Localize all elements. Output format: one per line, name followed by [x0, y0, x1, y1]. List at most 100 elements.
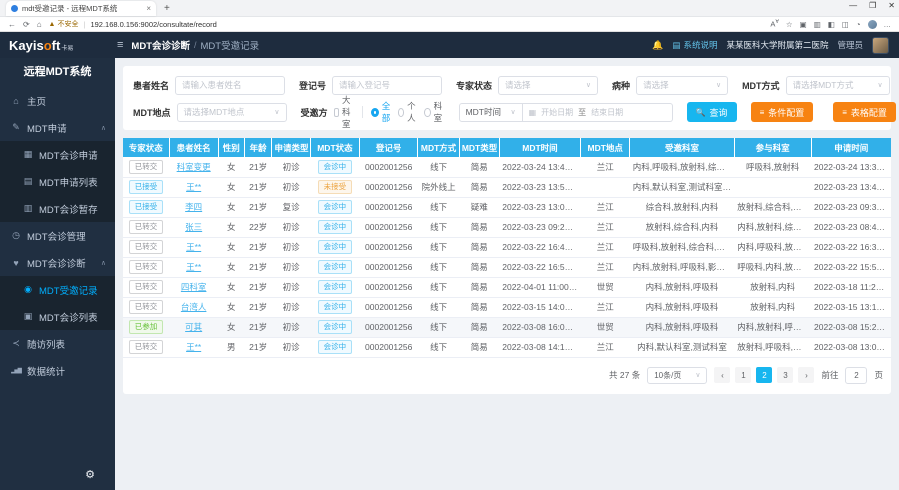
field-mdt-time: MDT时间∨ ▦ 开始日期 至 结束日期 — [459, 103, 673, 122]
sidebar-item-home[interactable]: ⌂主页 — [0, 87, 115, 114]
sidebar-item-list[interactable]: ▤MDT申请列表 — [0, 168, 115, 195]
time-field-select[interactable]: MDT时间∨ — [459, 103, 523, 122]
next-page-button[interactable]: › — [798, 367, 814, 383]
sidebar-item-label: MDT申请 — [27, 121, 67, 135]
patient-name-link[interactable]: 王** — [186, 342, 201, 352]
browser-toolbar: ← ⟳ ⌂ ▲ 不安全 | 192.168.0.156:9002/consult… — [0, 17, 899, 32]
sidebar-item-list2[interactable]: ▥MDT会诊暂存 — [0, 195, 115, 222]
patient-name-input[interactable] — [175, 76, 285, 95]
browser-tab[interactable]: mdt受邀记录 - 远程MDT系统 × — [6, 1, 156, 16]
cell-gender: 女 — [218, 257, 244, 277]
cell-invited_depts: 内科,呼吸科,放射科,综合科 — [630, 157, 734, 177]
condition-config-button[interactable]: ≡条件配置 — [751, 102, 814, 122]
sidebar: 远程MDT系统 ⌂主页✎MDT申请∧▦MDT会诊申请▤MDT申请列表▥MDT会诊… — [0, 58, 115, 490]
copilot-icon[interactable]: ◔ — [856, 20, 861, 29]
page-button-3[interactable]: 3 — [777, 367, 793, 383]
cell-expert_status: 已转交 — [123, 337, 169, 357]
cell-expert_status: 已转交 — [123, 277, 169, 297]
sidebar-menu: ⌂主页✎MDT申请∧▦MDT会诊申请▤MDT申请列表▥MDT会诊暂存◷MDT会诊… — [0, 87, 115, 458]
breadcrumb-root[interactable]: MDT会诊诊断 — [131, 38, 190, 52]
gear-icon[interactable]: ⚙ — [85, 468, 95, 481]
cell-mdt_time: 2022-04-01 11:00:00 — [499, 277, 580, 297]
new-tab-button[interactable]: + — [164, 1, 170, 16]
system-help-link[interactable]: ▤系统说明 — [672, 39, 717, 51]
sidebar-item-shield[interactable]: ▣MDT会诊列表 — [0, 303, 115, 330]
bell-icon[interactable]: 🔔 — [652, 40, 663, 51]
cell-apply_type: 初诊 — [272, 237, 310, 257]
close-button[interactable]: ✕ — [888, 1, 895, 10]
browser-menu-icon[interactable]: … — [884, 20, 892, 29]
patient-name-link[interactable]: 台湾人 — [181, 302, 207, 312]
cell-gender: 男 — [218, 337, 244, 357]
column-header: 申请时间 — [811, 138, 891, 157]
cell-expert_status: 已接受 — [123, 177, 169, 197]
patient-name-link[interactable]: 科室变更 — [177, 162, 211, 172]
goto-page-input[interactable] — [845, 367, 867, 384]
radio-personal[interactable]: 个人 — [398, 100, 419, 124]
screen: mdt受邀记录 - 远程MDT系统 × + — ❐ ✕ ← ⟳ ⌂ ▲ 不安全 … — [0, 0, 899, 490]
sidebar-item-heart[interactable]: ♥MDT会诊诊断∧ — [0, 249, 115, 276]
cell-name: 可其 — [169, 317, 218, 337]
tab-close-icon[interactable]: × — [146, 4, 151, 13]
cell-name: 张三 — [169, 217, 218, 237]
status-badge: 已接受 — [129, 180, 164, 194]
main-content: 患者姓名 登记号 专家状态 请选择∨ 病种 请选择∨ — [115, 58, 899, 490]
sidebar-item-user[interactable]: ◉MDT受邀记录 — [0, 276, 115, 303]
patient-name-link[interactable]: 四科室 — [181, 282, 207, 292]
sidebar-title: 远程MDT系统 — [0, 58, 115, 87]
page-size-select[interactable]: 10条/页∨ — [647, 367, 707, 384]
patient-name-link[interactable]: 可其 — [185, 322, 202, 332]
reader-icon[interactable]: A∀ — [770, 19, 778, 29]
cell-mdt_place: 兰江 — [581, 337, 630, 357]
date-range-picker[interactable]: ▦ 开始日期 至 结束日期 — [523, 103, 673, 122]
patient-name-link[interactable]: 王** — [186, 182, 201, 192]
radio-all[interactable]: 全部 — [371, 100, 392, 124]
mdt-place-select[interactable]: 请选择MDT地点∨ — [177, 103, 287, 122]
tab-title: mdt受邀记录 - 远程MDT系统 — [22, 3, 142, 14]
extension-icon[interactable]: ▥ — [814, 20, 821, 29]
mdt-mode-select[interactable]: 请选择MDT方式∨ — [786, 76, 890, 95]
search-button[interactable]: 🔍查询 — [687, 102, 737, 122]
table-body: 已转交科室变更女21岁初诊会诊中0002001256线下简易2022-03-24… — [123, 157, 891, 357]
app-body: 远程MDT系统 ⌂主页✎MDT申请∧▦MDT会诊申请▤MDT申请列表▥MDT会诊… — [0, 58, 899, 490]
refresh-icon[interactable]: ⟳ — [23, 20, 30, 29]
cell-mdt_place — [581, 177, 630, 197]
favorite-star-icon[interactable]: ☆ — [786, 20, 793, 29]
expert-status-select[interactable]: 请选择∨ — [498, 76, 598, 95]
table-row: 已转交台湾人女21岁初诊会诊中0002001256线下简易2022-03-15 … — [123, 297, 891, 317]
extension-icon[interactable]: ◧ — [828, 20, 835, 29]
patient-name-link[interactable]: 张三 — [185, 222, 202, 232]
prev-page-button[interactable]: ‹ — [714, 367, 730, 383]
cell-mdt_mode: 线下 — [418, 337, 459, 357]
table-row: 已转交王**女21岁初诊会诊中0002001256线下简易2022-03-22 … — [123, 257, 891, 277]
reg-no-input[interactable] — [332, 76, 442, 95]
sidebar-item-grid[interactable]: ▦MDT会诊申请 — [0, 141, 115, 168]
table-config-button[interactable]: ≡表格配置 — [833, 102, 896, 122]
page-button-2[interactable]: 2 — [756, 367, 772, 383]
sidebar-item-share[interactable]: ≺随访列表 — [0, 330, 115, 357]
disease-select[interactable]: 请选择∨ — [636, 76, 728, 95]
status-badge: 已参加 — [129, 320, 164, 334]
avatar[interactable] — [872, 37, 889, 54]
minimize-button[interactable]: — — [849, 1, 857, 10]
maximize-button[interactable]: ❐ — [869, 1, 876, 10]
search-icon: 🔍 — [696, 108, 706, 117]
sidebar-item-clock[interactable]: ◷MDT会诊管理 — [0, 222, 115, 249]
checkbox-big-dept[interactable]: 大科室 — [334, 94, 355, 130]
home-icon[interactable]: ⌂ — [37, 20, 42, 29]
address-bar[interactable]: ▲ 不安全 | 192.168.0.156:9002/consultate/re… — [49, 19, 764, 29]
patient-name-link[interactable]: 王** — [186, 262, 201, 272]
patient-name-link[interactable]: 王** — [186, 242, 201, 252]
split-screen-icon[interactable]: ◫ — [842, 20, 849, 29]
sidebar-item-chart[interactable]: ▂▅▇数据统计 — [0, 357, 115, 384]
security-warning-icon[interactable]: ▲ 不安全 — [49, 19, 79, 29]
browser-profile-icon[interactable] — [868, 20, 877, 29]
cell-mdt_type: 简易 — [459, 237, 499, 257]
extension-icon[interactable]: ▣ — [800, 20, 807, 29]
page-button-1[interactable]: 1 — [735, 367, 751, 383]
back-icon[interactable]: ← — [8, 20, 16, 29]
collapse-menu-icon[interactable]: ≡ — [117, 39, 123, 51]
patient-name-link[interactable]: 李四 — [185, 202, 202, 212]
sidebar-item-edit[interactable]: ✎MDT申请∧ — [0, 114, 115, 141]
radio-dept[interactable]: 科室 — [424, 100, 445, 124]
